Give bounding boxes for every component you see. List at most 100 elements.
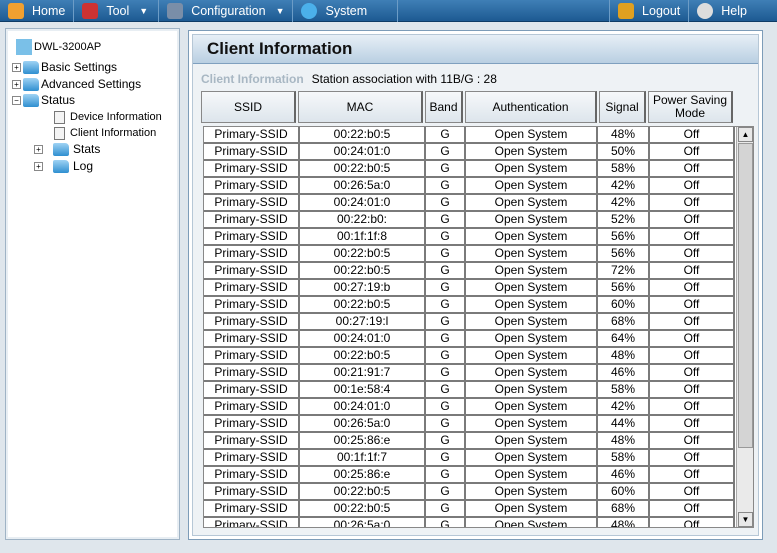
cell-authentication: Open System — [466, 416, 598, 433]
collapse-icon[interactable]: − — [12, 95, 21, 105]
table-row[interactable]: Primary-SSID 00:22:b0:5 G Open System 48% Off — [204, 127, 753, 144]
folder-open-icon — [23, 93, 39, 107]
table-row[interactable]: Primary-SSID 00:22:b0:5 G Open System 48% Off — [204, 348, 753, 365]
cell-signal: 44% — [598, 416, 650, 433]
table-row[interactable]: Primary-SSID 00:27:19:l G Open System 68% Off — [204, 314, 753, 331]
main-panel: Client Information Client Information Sta… — [188, 30, 763, 540]
cell-mac: 00:22:b0:5 — [300, 161, 426, 178]
table-row[interactable]: Primary-SSID 00:24:01:0 G Open System 50% Off — [204, 144, 753, 161]
cell-power-saving: Off — [650, 467, 735, 484]
expand-icon[interactable]: + — [34, 144, 43, 154]
cell-power-saving: Off — [650, 161, 735, 178]
nav-configuration-label: Configuration — [191, 4, 266, 18]
cell-power-saving: Off — [650, 399, 735, 416]
cell-ssid: Primary-SSID — [204, 178, 300, 195]
cell-band: G — [426, 246, 466, 263]
cell-ssid: Primary-SSID — [204, 348, 300, 365]
cell-signal: 58% — [598, 450, 650, 467]
cell-mac: 00:1e:58:4 — [300, 382, 426, 399]
cell-power-saving: Off — [650, 229, 735, 246]
cell-power-saving: Off — [650, 178, 735, 195]
nav-tool-label: Tool — [106, 4, 130, 18]
table-row[interactable]: Primary-SSID 00:22:b0: G Open System 52% Off — [204, 212, 753, 229]
table-row[interactable]: Primary-SSID 00:22:b0:5 G Open System 58% Off — [204, 161, 753, 178]
expand-icon[interactable]: + — [12, 79, 21, 89]
nav-help[interactable]: Help — [689, 0, 777, 22]
nav-tool[interactable]: Tool ▼ — [74, 0, 160, 22]
table-row[interactable]: Primary-SSID 00:22:b0:5 G Open System 60% Off — [204, 297, 753, 314]
tree-status[interactable]: − Status — [12, 92, 75, 108]
tree-log[interactable]: + Log — [34, 158, 93, 174]
cell-authentication: Open System — [466, 450, 598, 467]
scroll-down-icon[interactable]: ▼ — [738, 512, 753, 527]
cell-signal: 58% — [598, 161, 650, 178]
cell-power-saving: Off — [650, 450, 735, 467]
table-row[interactable]: Primary-SSID 00:26:5a:0 G Open System 42% Off — [204, 178, 753, 195]
cell-authentication: Open System — [466, 382, 598, 399]
table-row[interactable]: Primary-SSID 00:1e:58:4 G Open System 58% Off — [204, 382, 753, 399]
table-row[interactable]: Primary-SSID 00:1f:1f:7 G Open System 58% Off — [204, 450, 753, 467]
scroll-up-icon[interactable]: ▲ — [738, 127, 753, 142]
cell-band: G — [426, 501, 466, 518]
nav-system[interactable]: System — [293, 0, 399, 22]
nav-configuration[interactable]: Configuration ▼ — [159, 0, 294, 22]
scrollbar[interactable]: ▲ ▼ — [736, 127, 753, 527]
cell-authentication: Open System — [466, 144, 598, 161]
tree-root[interactable]: DWL-3200AP — [16, 39, 101, 55]
table-row[interactable]: Primary-SSID 00:22:b0:5 G Open System 68% Off — [204, 501, 753, 518]
tree-advanced-settings[interactable]: + Advanced Settings — [12, 76, 141, 92]
client-table[interactable]: Primary-SSID 00:22:b0:5 G Open System 48% Off… — [203, 126, 754, 528]
cell-authentication: Open System — [466, 161, 598, 178]
cell-signal: 58% — [598, 382, 650, 399]
cell-ssid: Primary-SSID — [204, 212, 300, 229]
cell-signal: 68% — [598, 501, 650, 518]
cell-power-saving: Off — [650, 127, 735, 144]
table-row[interactable]: Primary-SSID 00:24:01:0 G Open System 42% Off — [204, 399, 753, 416]
cell-mac: 00:22:b0:5 — [300, 263, 426, 280]
cell-ssid: Primary-SSID — [204, 144, 300, 161]
scrollbar-thumb[interactable] — [738, 143, 753, 448]
tree-device-information[interactable]: Device Information — [54, 109, 162, 125]
cell-signal: 60% — [598, 484, 650, 501]
cell-power-saving: Off — [650, 144, 735, 161]
table-row[interactable]: Primary-SSID 00:24:01:0 G Open System 42% Off — [204, 195, 753, 212]
cell-band: G — [426, 280, 466, 297]
cell-power-saving: Off — [650, 331, 735, 348]
tree-label: Status — [41, 93, 76, 107]
table-row[interactable]: Primary-SSID 00:27:19:b G Open System 56% Off — [204, 280, 753, 297]
cell-mac: 00:26:5a:0 — [300, 416, 426, 433]
table-row[interactable]: Primary-SSID 00:22:b0:5 G Open System 72% Off — [204, 263, 753, 280]
table-row[interactable]: Primary-SSID 00:25:86:e G Open System 48% Off — [204, 433, 753, 450]
expand-icon[interactable]: + — [34, 161, 43, 171]
cell-ssid: Primary-SSID — [204, 467, 300, 484]
cell-band: G — [426, 433, 466, 450]
cell-mac: 00:1f:1f:7 — [300, 450, 426, 467]
nav-home[interactable]: Home — [0, 0, 75, 22]
table-row[interactable]: Primary-SSID 00:22:b0:5 G Open System 56% Off — [204, 246, 753, 263]
tree-client-information[interactable]: Client Information — [54, 125, 156, 141]
home-icon — [8, 3, 24, 19]
cell-ssid: Primary-SSID — [204, 246, 300, 263]
table-row[interactable]: Primary-SSID 00:22:b0:5 G Open System 60% Off — [204, 484, 753, 501]
key-icon — [618, 3, 635, 19]
table-row[interactable]: Primary-SSID 00:24:01:0 G Open System 64% Off — [204, 331, 753, 348]
table-row[interactable]: Primary-SSID 00:1f:1f:8 G Open System 56% Off — [204, 229, 753, 246]
cell-band: G — [426, 365, 466, 382]
tree-basic-settings[interactable]: + Basic Settings — [12, 59, 117, 75]
tree-label: Client Information — [70, 127, 157, 139]
cell-band: G — [426, 229, 466, 246]
cell-mac: 00:27:19:l — [300, 314, 426, 331]
tree-stats[interactable]: + Stats — [34, 141, 100, 157]
cell-signal: 56% — [598, 246, 650, 263]
table-row[interactable]: Primary-SSID 00:26:5a:0 G Open System 48% Off — [204, 518, 753, 527]
cell-ssid: Primary-SSID — [204, 161, 300, 178]
table-row[interactable]: Primary-SSID 00:26:5a:0 G Open System 44% Off — [204, 416, 753, 433]
cell-mac: 00:22:b0:5 — [300, 127, 426, 144]
expand-icon[interactable]: + — [12, 62, 21, 72]
cell-ssid: Primary-SSID — [204, 433, 300, 450]
table-row[interactable]: Primary-SSID 00:21:91:7 G Open System 46% Off — [204, 365, 753, 382]
cell-mac: 00:24:01:0 — [300, 195, 426, 212]
table-row[interactable]: Primary-SSID 00:25:86:e G Open System 46% Off — [204, 467, 753, 484]
nav-logout[interactable]: Logout — [609, 0, 690, 22]
cell-ssid: Primary-SSID — [204, 331, 300, 348]
